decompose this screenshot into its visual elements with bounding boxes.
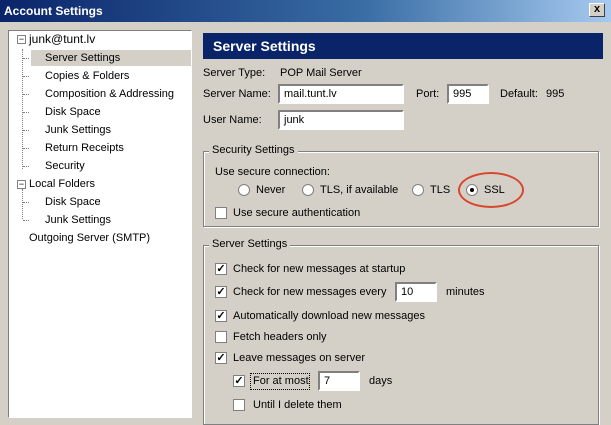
- fetch-headers-checkbox[interactable]: [215, 331, 227, 343]
- window-title: Account Settings: [4, 4, 103, 18]
- collapse-icon[interactable]: −: [17, 35, 26, 44]
- radio-never[interactable]: [238, 184, 250, 196]
- port-label: Port:: [416, 88, 440, 100]
- tree-item-security[interactable]: Security: [45, 158, 85, 174]
- check-startup-label[interactable]: Check for new messages at startup: [233, 263, 405, 275]
- port-input[interactable]: 995: [447, 84, 489, 104]
- user-name-input[interactable]: junk: [278, 110, 404, 130]
- tree-account[interactable]: junk@tunt.lv: [29, 31, 95, 47]
- tree-item-composition[interactable]: Composition & Addressing: [45, 86, 174, 102]
- secure-auth-checkbox[interactable]: [215, 207, 227, 219]
- fetch-headers-label[interactable]: Fetch headers only: [233, 331, 327, 343]
- use-secure-connection-label: Use secure connection:: [215, 166, 330, 178]
- days-label: days: [369, 375, 393, 387]
- leave-on-server-label[interactable]: Leave messages on server: [233, 352, 365, 364]
- collapse-icon[interactable]: −: [17, 180, 26, 189]
- title-bar: Account Settings x: [0, 0, 611, 22]
- tree-item-server-settings[interactable]: Server Settings: [31, 50, 191, 66]
- server-settings-legend: Server Settings: [209, 238, 291, 250]
- default-port-label: Default:: [500, 88, 538, 100]
- radio-tls[interactable]: [412, 184, 424, 196]
- auto-download-label[interactable]: Automatically download new messages: [233, 310, 425, 322]
- close-button[interactable]: x: [589, 3, 605, 17]
- until-delete-label[interactable]: Until I delete them: [253, 399, 342, 411]
- server-type-value: POP Mail Server: [280, 67, 362, 79]
- account-tree: − junk@tunt.lv Server Settings Copies & …: [8, 30, 192, 418]
- radio-never-label[interactable]: Never: [256, 184, 285, 196]
- for-at-most-label[interactable]: For at most: [253, 375, 309, 387]
- minutes-label: minutes: [446, 286, 485, 298]
- radio-tls-if-available-label[interactable]: TLS, if available: [320, 184, 398, 196]
- tree-item-return-receipts[interactable]: Return Receipts: [45, 140, 124, 156]
- security-settings-legend: Security Settings: [209, 144, 298, 156]
- check-every-input[interactable]: 10: [395, 282, 437, 302]
- radio-tls-label[interactable]: TLS: [430, 184, 450, 196]
- tree-outgoing-server[interactable]: Outgoing Server (SMTP): [29, 230, 150, 246]
- tree-item-local-junk-settings[interactable]: Junk Settings: [45, 212, 111, 228]
- check-every-checkbox[interactable]: ✓: [215, 286, 227, 298]
- tree-item-junk-settings[interactable]: Junk Settings: [45, 122, 111, 138]
- tree-item-local-disk-space[interactable]: Disk Space: [45, 194, 101, 210]
- for-at-most-checkbox[interactable]: ✓: [233, 375, 245, 387]
- days-input[interactable]: 7: [318, 371, 360, 391]
- default-port-value: 995: [546, 88, 565, 100]
- server-name-input[interactable]: mail.tunt.lv: [278, 84, 404, 104]
- check-startup-checkbox[interactable]: ✓: [215, 263, 227, 275]
- page-title: Server Settings: [203, 33, 603, 59]
- user-name-label: User Name:: [203, 114, 262, 126]
- until-delete-checkbox[interactable]: [233, 399, 245, 411]
- tree-item-copies-folders[interactable]: Copies & Folders: [45, 68, 129, 84]
- check-every-label[interactable]: Check for new messages every: [233, 286, 386, 298]
- server-name-label: Server Name:: [203, 88, 271, 100]
- leave-on-server-checkbox[interactable]: ✓: [215, 352, 227, 364]
- auto-download-checkbox[interactable]: ✓: [215, 310, 227, 322]
- radio-tls-if-available[interactable]: [302, 184, 314, 196]
- tree-item-disk-space[interactable]: Disk Space: [45, 104, 101, 120]
- secure-auth-label[interactable]: Use secure authentication: [233, 207, 360, 219]
- selection-ring: [458, 172, 524, 208]
- server-type-label: Server Type:: [203, 67, 266, 79]
- tree-local-folders[interactable]: Local Folders: [29, 176, 95, 192]
